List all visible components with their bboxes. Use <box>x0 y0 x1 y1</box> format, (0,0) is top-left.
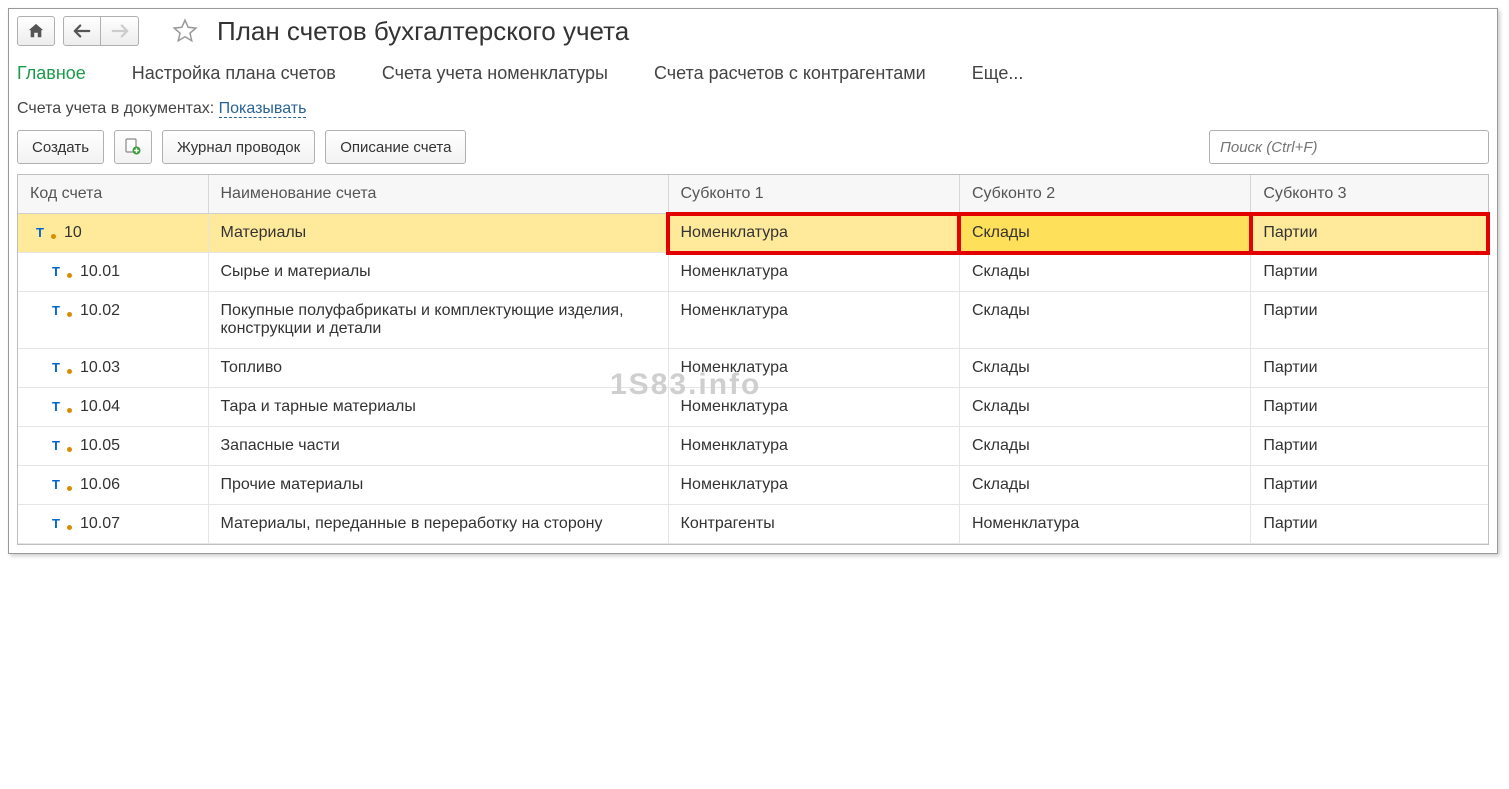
cell-name: Прочие материалы <box>208 466 668 505</box>
tab-plan-setup[interactable]: Настройка плана счетов <box>132 63 336 84</box>
cell-subkonto2: Склады <box>959 349 1250 388</box>
account-type-icon: T <box>52 264 70 279</box>
cell-code-text: 10.07 <box>80 515 120 532</box>
cell-subkonto2: Склады <box>959 466 1250 505</box>
cell-code-text: 10.02 <box>80 302 120 319</box>
cell-code: T 10.07 <box>18 505 208 544</box>
cell-subkonto1: Номенклатура <box>668 253 959 292</box>
titlebar: План счетов бухгалтерского учета <box>9 9 1497 53</box>
arrow-right-icon <box>111 24 129 38</box>
cell-name: Покупные полуфабрикаты и комплектующие и… <box>208 292 668 349</box>
cell-code-text: 10.03 <box>80 359 120 376</box>
page-title: План счетов бухгалтерского учета <box>217 16 629 47</box>
cell-name: Материалы <box>208 214 668 253</box>
cell-subkonto2: Номенклатура <box>959 505 1250 544</box>
col-code[interactable]: Код счета <box>18 175 208 214</box>
cell-subkonto3: Партии <box>1251 388 1488 427</box>
cell-subkonto3: Партии <box>1251 214 1488 253</box>
toolbar: Создать Журнал проводок Описание счета <box>9 124 1497 174</box>
home-button[interactable] <box>17 16 55 46</box>
cell-code-text: 10 <box>64 224 82 241</box>
cell-code: T 10.05 <box>18 427 208 466</box>
cell-subkonto1: Номенклатура <box>668 427 959 466</box>
cell-subkonto3: Партии <box>1251 466 1488 505</box>
cell-code-text: 10.04 <box>80 398 120 415</box>
header-row: Код счета Наименование счета Субконто 1 … <box>18 175 1488 214</box>
cell-code-text: 10.05 <box>80 437 120 454</box>
account-type-icon: T <box>52 303 70 318</box>
table-row[interactable]: T 10.01 Сырье и материалыНоменклатураСклад… <box>18 253 1488 292</box>
arrow-left-icon <box>73 24 91 38</box>
cell-subkonto3: Партии <box>1251 292 1488 349</box>
cell-subkonto3: Партии <box>1251 349 1488 388</box>
account-type-icon: T <box>52 477 70 492</box>
col-subkonto1[interactable]: Субконто 1 <box>668 175 959 214</box>
account-type-icon: T <box>52 360 70 375</box>
accounts-grid: Код счета Наименование счета Субконто 1 … <box>17 174 1489 545</box>
cell-name: Сырье и материалы <box>208 253 668 292</box>
cell-subkonto1: Номенклатура <box>668 292 959 349</box>
document-add-icon <box>124 138 142 156</box>
cell-subkonto3: Партии <box>1251 253 1488 292</box>
cell-code-text: 10.06 <box>80 476 120 493</box>
account-type-icon: T <box>52 438 70 453</box>
cell-subkonto2: Склады <box>959 427 1250 466</box>
table-row[interactable]: T 10.05 Запасные частиНоменклатураСкладыПа… <box>18 427 1488 466</box>
cell-subkonto1: Номенклатура <box>668 388 959 427</box>
nav-back-forward <box>63 16 139 46</box>
forward-button[interactable] <box>101 16 139 46</box>
cell-subkonto3: Партии <box>1251 505 1488 544</box>
filter-line: Счета учета в документах: Показывать <box>9 94 1497 124</box>
tab-nomenclature[interactable]: Счета учета номенклатуры <box>382 63 608 84</box>
cell-subkonto2: Склады <box>959 388 1250 427</box>
create-button[interactable]: Создать <box>17 130 104 164</box>
account-type-icon: T <box>36 225 54 240</box>
cell-name: Запасные части <box>208 427 668 466</box>
table-row[interactable]: T 10.03 ТопливоНоменклатураСкладыПартии <box>18 349 1488 388</box>
cell-code: T 10.01 <box>18 253 208 292</box>
col-subkonto2[interactable]: Субконто 2 <box>959 175 1250 214</box>
cell-subkonto1: Номенклатура <box>668 466 959 505</box>
cell-name: Материалы, переданные в переработку на с… <box>208 505 668 544</box>
description-button[interactable]: Описание счета <box>325 130 466 164</box>
cell-subkonto3: Партии <box>1251 427 1488 466</box>
cell-subkonto2: Склады <box>959 253 1250 292</box>
cell-code-text: 10.01 <box>80 263 120 280</box>
tab-more[interactable]: Еще... <box>972 63 1024 84</box>
home-icon <box>27 23 45 39</box>
cell-code: T 10.03 <box>18 349 208 388</box>
journal-button[interactable]: Журнал проводок <box>162 130 315 164</box>
cell-subkonto1: Номенклатура <box>668 214 959 253</box>
tab-contragents[interactable]: Счета расчетов с контрагентами <box>654 63 926 84</box>
cell-name: Топливо <box>208 349 668 388</box>
cell-subkonto2: Склады <box>959 214 1250 253</box>
tab-main[interactable]: Главное <box>17 63 86 84</box>
table-row[interactable]: T 10.06 Прочие материалыНоменклатураСклады… <box>18 466 1488 505</box>
create-copy-button[interactable] <box>114 130 152 164</box>
filter-label: Счета учета в документах: <box>17 100 219 117</box>
cell-subkonto1: Контрагенты <box>668 505 959 544</box>
cell-code: T 10 <box>18 214 208 253</box>
search-input[interactable] <box>1209 130 1489 164</box>
cell-subkonto2: Склады <box>959 292 1250 349</box>
cell-name: Тара и тарные материалы <box>208 388 668 427</box>
account-type-icon: T <box>52 516 70 531</box>
favorite-star-icon[interactable] <box>167 15 203 47</box>
table-row[interactable]: T 10.04 Тара и тарные материалыНоменклатур… <box>18 388 1488 427</box>
account-type-icon: T <box>52 399 70 414</box>
back-button[interactable] <box>63 16 101 46</box>
command-tabs: Главное Настройка плана счетов Счета уче… <box>9 53 1497 94</box>
cell-code: T 10.02 <box>18 292 208 349</box>
table-row[interactable]: T 10.07 Материалы, переданные в переработк… <box>18 505 1488 544</box>
table-row[interactable]: T 10 МатериалыНоменклатураСкладыПартии <box>18 214 1488 253</box>
cell-code: T 10.06 <box>18 466 208 505</box>
cell-code: T 10.04 <box>18 388 208 427</box>
filter-link[interactable]: Показывать <box>219 100 307 118</box>
table-row[interactable]: T 10.02 Покупные полуфабрикаты и комплекту… <box>18 292 1488 349</box>
col-name[interactable]: Наименование счета <box>208 175 668 214</box>
cell-subkonto1: Номенклатура <box>668 349 959 388</box>
app-window: План счетов бухгалтерского учета Главное… <box>8 8 1498 554</box>
col-subkonto3[interactable]: Субконто 3 <box>1251 175 1488 214</box>
